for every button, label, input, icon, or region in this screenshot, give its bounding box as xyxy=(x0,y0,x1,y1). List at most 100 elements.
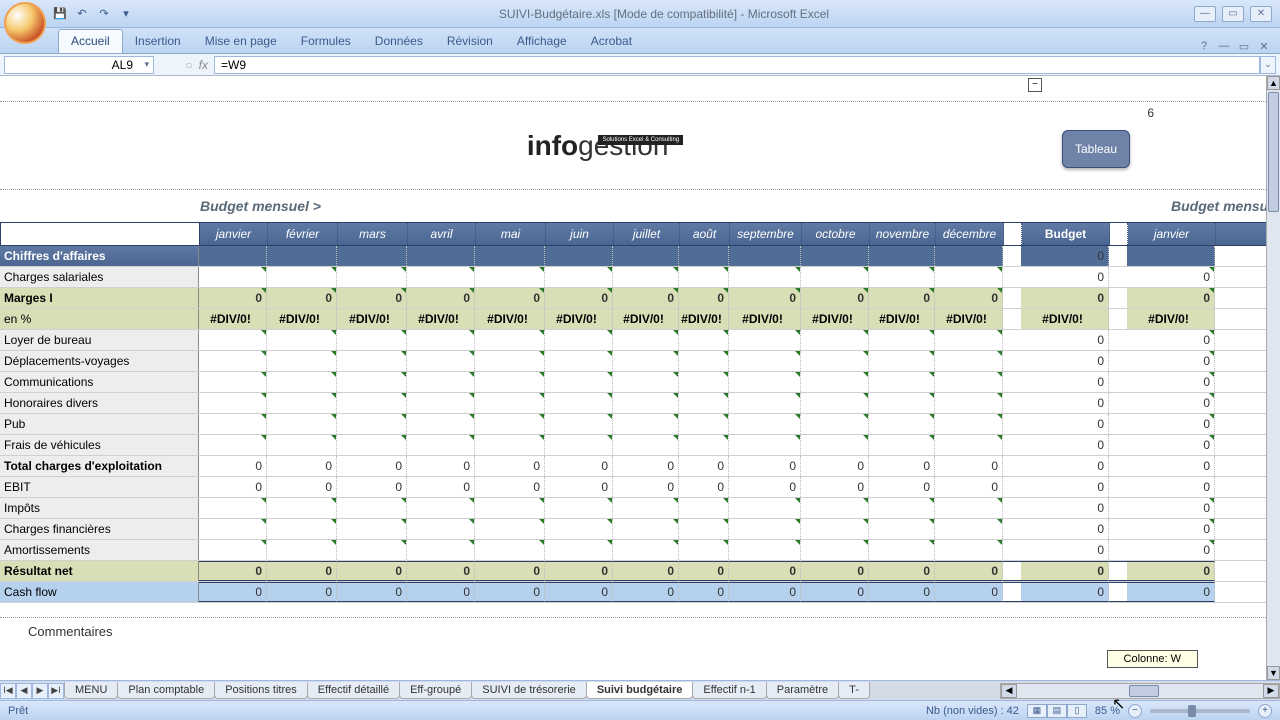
maximize-button[interactable]: ▭ xyxy=(1222,6,1244,22)
cell[interactable]: #DIV/0! xyxy=(267,309,337,329)
cell[interactable] xyxy=(337,267,407,287)
cell[interactable] xyxy=(729,372,801,392)
cell[interactable]: 0 xyxy=(869,561,935,581)
cell[interactable]: 0 xyxy=(869,477,935,497)
cell[interactable] xyxy=(613,330,679,350)
cell[interactable] xyxy=(267,414,337,434)
cell[interactable]: 0 xyxy=(613,477,679,497)
view-break-icon[interactable]: ▯ xyxy=(1067,704,1087,718)
right-cell[interactable]: 0 xyxy=(1127,582,1215,602)
ribbon-tab-insertion[interactable]: Insertion xyxy=(123,30,193,53)
cell[interactable] xyxy=(613,372,679,392)
sheet-tab[interactable]: SUIVI de trésorerie xyxy=(471,682,587,699)
cell[interactable]: #DIV/0! xyxy=(679,309,729,329)
cell[interactable] xyxy=(267,519,337,539)
cell[interactable]: 0 xyxy=(199,582,267,602)
right-cell[interactable]: 0 xyxy=(1127,456,1215,476)
ribbon-restore-icon[interactable]: ▭ xyxy=(1236,39,1252,53)
sheet-tab[interactable]: MENU xyxy=(64,682,118,699)
cell[interactable]: 0 xyxy=(935,561,1003,581)
cell[interactable] xyxy=(545,498,613,518)
cell[interactable] xyxy=(407,351,475,371)
budget-cell[interactable]: 0 xyxy=(1021,456,1109,476)
cell[interactable] xyxy=(869,267,935,287)
sheet-tab[interactable]: Plan comptable xyxy=(117,682,215,699)
cell[interactable]: #DIV/0! xyxy=(545,309,613,329)
ribbon-minimize-icon[interactable]: — xyxy=(1216,39,1232,53)
sheet-tab[interactable]: Paramètre xyxy=(766,682,839,699)
cell[interactable] xyxy=(199,498,267,518)
cell[interactable]: 0 xyxy=(475,456,545,476)
cell[interactable]: #DIV/0! xyxy=(729,309,801,329)
ribbon-tab-révision[interactable]: Révision xyxy=(435,30,505,53)
right-cell[interactable] xyxy=(1127,246,1215,266)
vscroll-thumb[interactable] xyxy=(1268,92,1279,212)
cell[interactable]: 0 xyxy=(729,582,801,602)
hscroll-left-icon[interactable]: ◀ xyxy=(1001,684,1017,698)
cell[interactable] xyxy=(801,330,869,350)
cell[interactable]: 0 xyxy=(545,477,613,497)
cell[interactable] xyxy=(729,393,801,413)
cell[interactable]: 0 xyxy=(545,561,613,581)
right-cell[interactable]: 0 xyxy=(1127,561,1215,581)
cell[interactable]: 0 xyxy=(267,582,337,602)
cell[interactable]: 0 xyxy=(679,561,729,581)
cell[interactable] xyxy=(337,372,407,392)
cell[interactable] xyxy=(267,351,337,371)
cell[interactable] xyxy=(475,372,545,392)
cell[interactable] xyxy=(545,330,613,350)
undo-icon[interactable]: ↶ xyxy=(74,6,90,22)
cell[interactable] xyxy=(679,267,729,287)
cell[interactable]: 0 xyxy=(935,456,1003,476)
cell[interactable] xyxy=(337,414,407,434)
budget-cell[interactable]: 0 xyxy=(1021,288,1109,308)
cell[interactable]: 0 xyxy=(407,456,475,476)
cell[interactable] xyxy=(613,435,679,455)
cell[interactable]: #DIV/0! xyxy=(475,309,545,329)
budget-cell[interactable]: 0 xyxy=(1021,246,1109,266)
cell[interactable] xyxy=(869,246,935,266)
cell[interactable]: 0 xyxy=(199,288,267,308)
qat-more-icon[interactable]: ▾ xyxy=(118,6,134,22)
cell[interactable]: 0 xyxy=(935,477,1003,497)
zoom-slider[interactable] xyxy=(1150,709,1250,713)
cell[interactable]: 0 xyxy=(679,477,729,497)
cell[interactable] xyxy=(337,246,407,266)
cell[interactable]: 0 xyxy=(475,288,545,308)
cell[interactable] xyxy=(679,372,729,392)
cell[interactable] xyxy=(267,246,337,266)
ribbon-tab-mise-en-page[interactable]: Mise en page xyxy=(193,30,289,53)
cell[interactable] xyxy=(407,267,475,287)
cell[interactable]: 0 xyxy=(199,561,267,581)
cell[interactable] xyxy=(869,414,935,434)
cell[interactable] xyxy=(475,519,545,539)
budget-cell[interactable]: 0 xyxy=(1021,582,1109,602)
cell[interactable]: 0 xyxy=(337,456,407,476)
sheet-tab[interactable]: Suivi budgétaire xyxy=(586,682,694,699)
right-cell[interactable]: 0 xyxy=(1127,372,1215,392)
budget-cell[interactable]: 0 xyxy=(1021,540,1109,560)
cell[interactable] xyxy=(267,267,337,287)
budget-cell[interactable]: #DIV/0! xyxy=(1021,309,1109,329)
scroll-up-icon[interactable]: ▲ xyxy=(1267,76,1280,90)
zoom-in-button[interactable]: + xyxy=(1258,704,1272,718)
cell[interactable] xyxy=(613,393,679,413)
cell[interactable] xyxy=(545,540,613,560)
cell[interactable] xyxy=(475,498,545,518)
sheet-tab[interactable]: Effectif détaillé xyxy=(307,682,400,699)
cell[interactable]: 0 xyxy=(869,456,935,476)
cell[interactable]: 0 xyxy=(267,456,337,476)
ribbon-close-icon[interactable]: ✕ xyxy=(1256,39,1272,53)
cell[interactable]: #DIV/0! xyxy=(935,309,1003,329)
cell[interactable]: 0 xyxy=(729,477,801,497)
cell[interactable] xyxy=(199,267,267,287)
cell[interactable] xyxy=(801,267,869,287)
cell[interactable] xyxy=(801,435,869,455)
cell[interactable]: 0 xyxy=(801,288,869,308)
cell[interactable]: #DIV/0! xyxy=(801,309,869,329)
cell[interactable]: 0 xyxy=(613,456,679,476)
ribbon-tab-affichage[interactable]: Affichage xyxy=(505,30,579,53)
cell[interactable] xyxy=(475,330,545,350)
cell[interactable] xyxy=(801,372,869,392)
right-cell[interactable]: 0 xyxy=(1127,393,1215,413)
